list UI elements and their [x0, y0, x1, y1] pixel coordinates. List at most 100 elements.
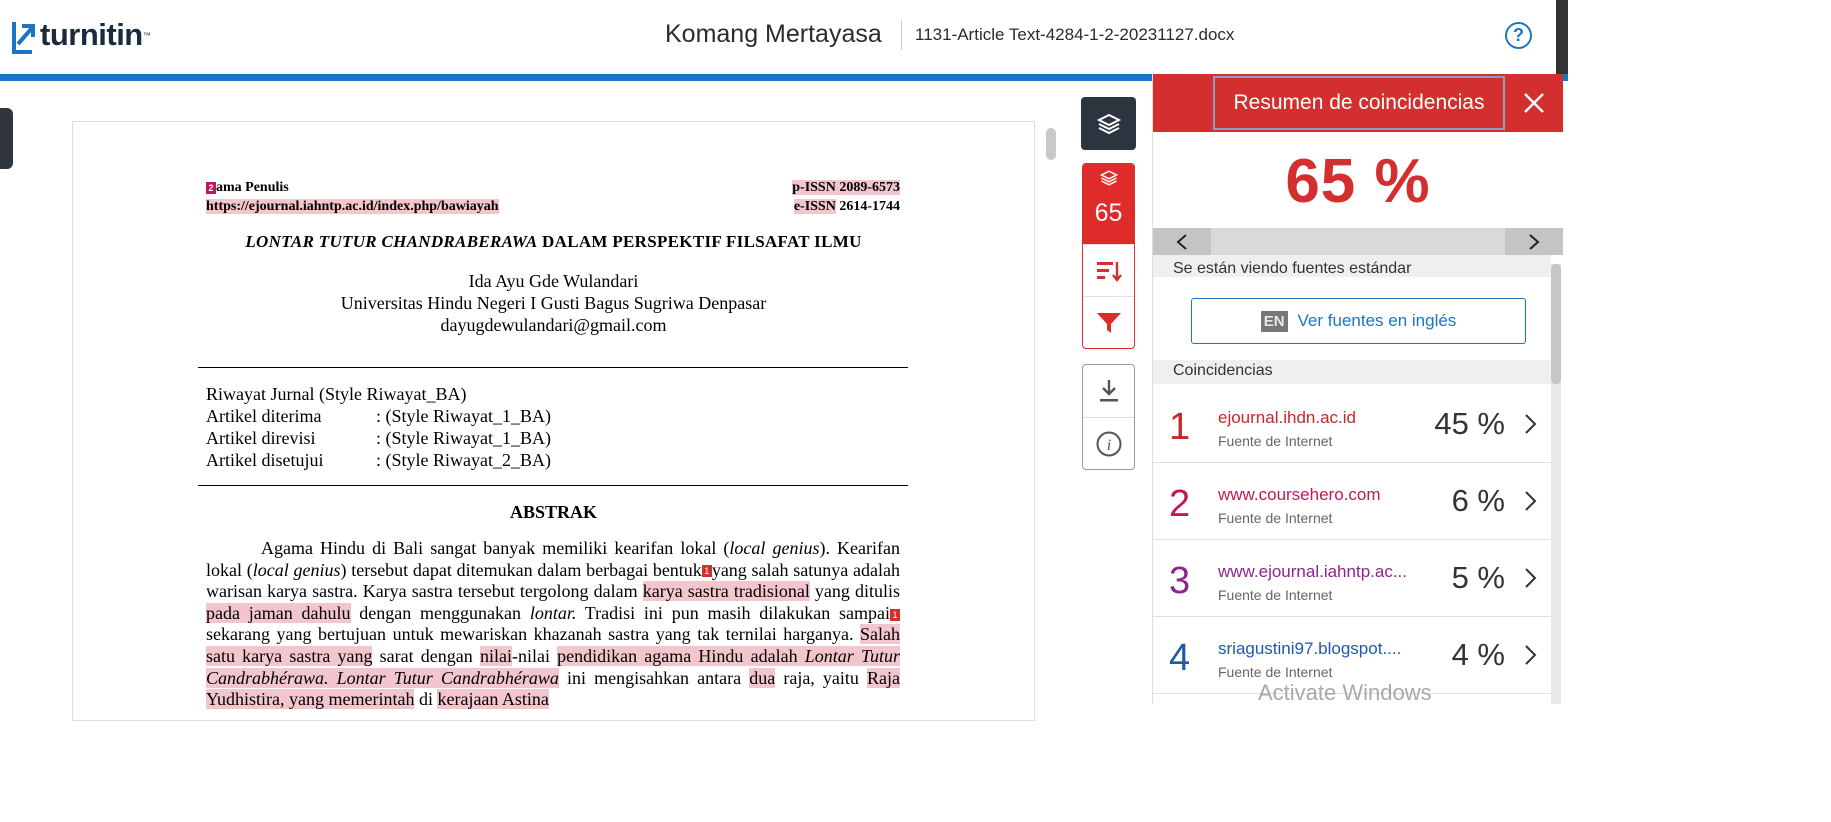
help-icon[interactable]: ?	[1505, 22, 1532, 49]
layers-small-icon	[1099, 170, 1118, 186]
author-email: dayugdewulandari@gmail.com	[440, 315, 667, 335]
english-sources-button[interactable]: EN Ver fuentes en inglés	[1191, 298, 1526, 344]
panel-title: Resumen de coincidencias	[1213, 76, 1505, 130]
affiliation: Universitas Hindu Negeri I Gusti Bagus S…	[340, 293, 767, 313]
filter-icon	[1096, 312, 1121, 333]
article-title: LONTAR TUTUR CHANDRABERAWA DALAM PERSPEK…	[73, 232, 1034, 252]
panel-scrollbar-thumb[interactable]	[1551, 264, 1561, 384]
chevron-right-icon[interactable]	[1523, 413, 1537, 435]
match-source: www.ejournal.iahntp.ac...	[1218, 562, 1407, 581]
chevron-right-icon[interactable]	[1523, 644, 1537, 666]
match-item[interactable]: 1 ejournal.ihdn.ac.id Fuente de Internet…	[1153, 386, 1551, 463]
left-panel-toggle[interactable]	[0, 108, 13, 169]
logo-text: turnitin	[40, 17, 143, 52]
similarity-score: 65	[1094, 199, 1123, 227]
match-source: sriagustini97.blogspot....	[1218, 639, 1402, 658]
match-type: Fuente de Internet	[1218, 664, 1333, 680]
abstract-title: ABSTRAK	[509, 502, 598, 522]
chevron-right-icon[interactable]	[1523, 567, 1537, 589]
match-item[interactable]: 3 www.ejournal.iahntp.ac... Fuente de In…	[1153, 540, 1551, 617]
document-name: 1131-Article Text-4284-1-2-20231127.docx	[915, 25, 1235, 44]
page-header-left: 2 ama Penulis https://ejournal.iahntp.ac.…	[206, 178, 499, 216]
match-percent: 4 %	[1451, 637, 1505, 672]
en-badge: EN	[1260, 310, 1288, 332]
chevron-right-icon	[1529, 233, 1540, 250]
match-number: 1	[1169, 406, 1191, 448]
abstract-text: Agama Hindu di Bali sangat banyak memili…	[206, 538, 901, 710]
e-issn-label: e-ISSN	[793, 199, 836, 214]
match-list: 1 ejournal.ihdn.ac.id Fuente de Internet…	[1153, 386, 1551, 694]
match-number: 3	[1169, 560, 1191, 602]
document-page: 2 ama Penulis https://ejournal.iahntp.ac.…	[72, 121, 1035, 721]
match-highlight[interactable]: nilai	[479, 645, 512, 666]
match-marker[interactable]: 1	[890, 608, 900, 621]
header-author: ama Penulis	[216, 180, 289, 195]
article-author: Ida Ayu Gde Wulandari	[468, 271, 639, 291]
match-highlight[interactable]: dua	[749, 667, 776, 688]
info-button[interactable]: i	[1083, 417, 1134, 469]
divider-bottom	[198, 485, 908, 486]
svg-text:i: i	[1106, 437, 1110, 454]
windows-watermark: Activate Windows	[1258, 680, 1432, 705]
panel-scrollbar[interactable]	[1551, 264, 1561, 704]
overall-similarity: 65 %	[1285, 147, 1431, 216]
match-percent: 5 %	[1451, 560, 1505, 595]
match-type: Fuente de Internet	[1218, 587, 1333, 603]
header-divider	[901, 20, 902, 50]
match-item[interactable]: 2 www.coursehero.com Fuente de Internet …	[1153, 463, 1551, 540]
match-percent: 45 %	[1434, 406, 1505, 441]
match-number: 4	[1169, 637, 1191, 679]
viewing-sources-text: Se están viendo fuentes estándar	[1173, 260, 1412, 277]
match-source: ejournal.ihdn.ac.id	[1218, 408, 1356, 427]
match-number: 2	[1169, 483, 1191, 525]
e-issn-value: 2614-1744	[835, 199, 900, 214]
match-highlight[interactable]: pendidikan agama Hindu adalah	[557, 645, 805, 666]
matches-header: Coincidencias	[1153, 360, 1551, 384]
match-marker[interactable]: 1	[701, 565, 712, 578]
match-nav-bar	[1153, 228, 1563, 255]
window-edge	[1556, 0, 1568, 74]
match-highlight[interactable]: karya sastra tradisional	[642, 581, 810, 602]
panel-header: Resumen de coincidencias	[1153, 74, 1563, 132]
title-italic: LONTAR TUTUR CHANDRABERAWA	[245, 232, 538, 251]
match-overview-panel: Resumen de coincidencias 65 % Se están v…	[1152, 74, 1563, 704]
journal-history: Riwayat Jurnal (Style Riwayat_BA) Artike…	[206, 383, 551, 471]
match-highlight[interactable]: pada jaman dahulu	[206, 602, 351, 623]
download-icon	[1099, 380, 1118, 402]
match-source: www.coursehero.com	[1218, 485, 1381, 504]
utility-toolbar: i	[1082, 364, 1135, 470]
layers-button[interactable]	[1081, 97, 1136, 150]
layers-icon	[1096, 113, 1121, 134]
turnitin-logo: turnitin ™	[10, 14, 151, 56]
chevron-left-icon	[1176, 233, 1187, 250]
match-percent: 6 %	[1451, 483, 1505, 518]
match-type: Fuente de Internet	[1218, 433, 1333, 449]
history-row: Artikel direvisi: (Style Riwayat_1_BA)	[206, 428, 551, 448]
next-button[interactable]	[1505, 228, 1563, 255]
english-sources-label: Ver fuentes en inglés	[1297, 311, 1457, 330]
download-button[interactable]	[1083, 365, 1134, 417]
p-issn: p-ISSN 2089-6573	[792, 180, 900, 195]
previous-button[interactable]	[1153, 228, 1211, 255]
title-rest: DALAM PERSPEKTIF FILSAFAT ILMU	[537, 232, 862, 251]
document-scrollbar[interactable]	[1046, 128, 1056, 160]
filter-button[interactable]	[1083, 296, 1134, 348]
sort-button[interactable]	[1083, 244, 1134, 296]
sort-icon	[1096, 261, 1122, 282]
match-highlight[interactable]: kerajaan Astina	[437, 689, 549, 710]
info-icon: i	[1096, 431, 1121, 456]
header-url: https://ejournal.iahntp.ac.id/index.php/…	[206, 199, 499, 214]
author-block: Ida Ayu Gde Wulandari Universitas Hindu …	[73, 270, 1034, 336]
chevron-right-icon[interactable]	[1523, 490, 1537, 512]
history-row: Artikel diterima: (Style Riwayat_1_BA)	[206, 406, 551, 426]
match-type: Fuente de Internet	[1218, 510, 1333, 526]
history-title: Riwayat Jurnal (Style Riwayat_BA)	[206, 384, 467, 404]
close-icon[interactable]	[1521, 90, 1547, 116]
app-header: turnitin ™ Komang Mertayasa 1131-Article …	[0, 0, 1568, 74]
divider-top	[198, 367, 908, 368]
similarity-score-button[interactable]: 65	[1083, 164, 1134, 244]
author-name: Komang Mertayasa	[665, 20, 882, 48]
page-header-right: p-ISSN 2089-6573 e-ISSN 2614-1744	[792, 178, 900, 216]
match-marker[interactable]: 2	[206, 181, 216, 194]
turnitin-logo-icon	[12, 22, 35, 54]
